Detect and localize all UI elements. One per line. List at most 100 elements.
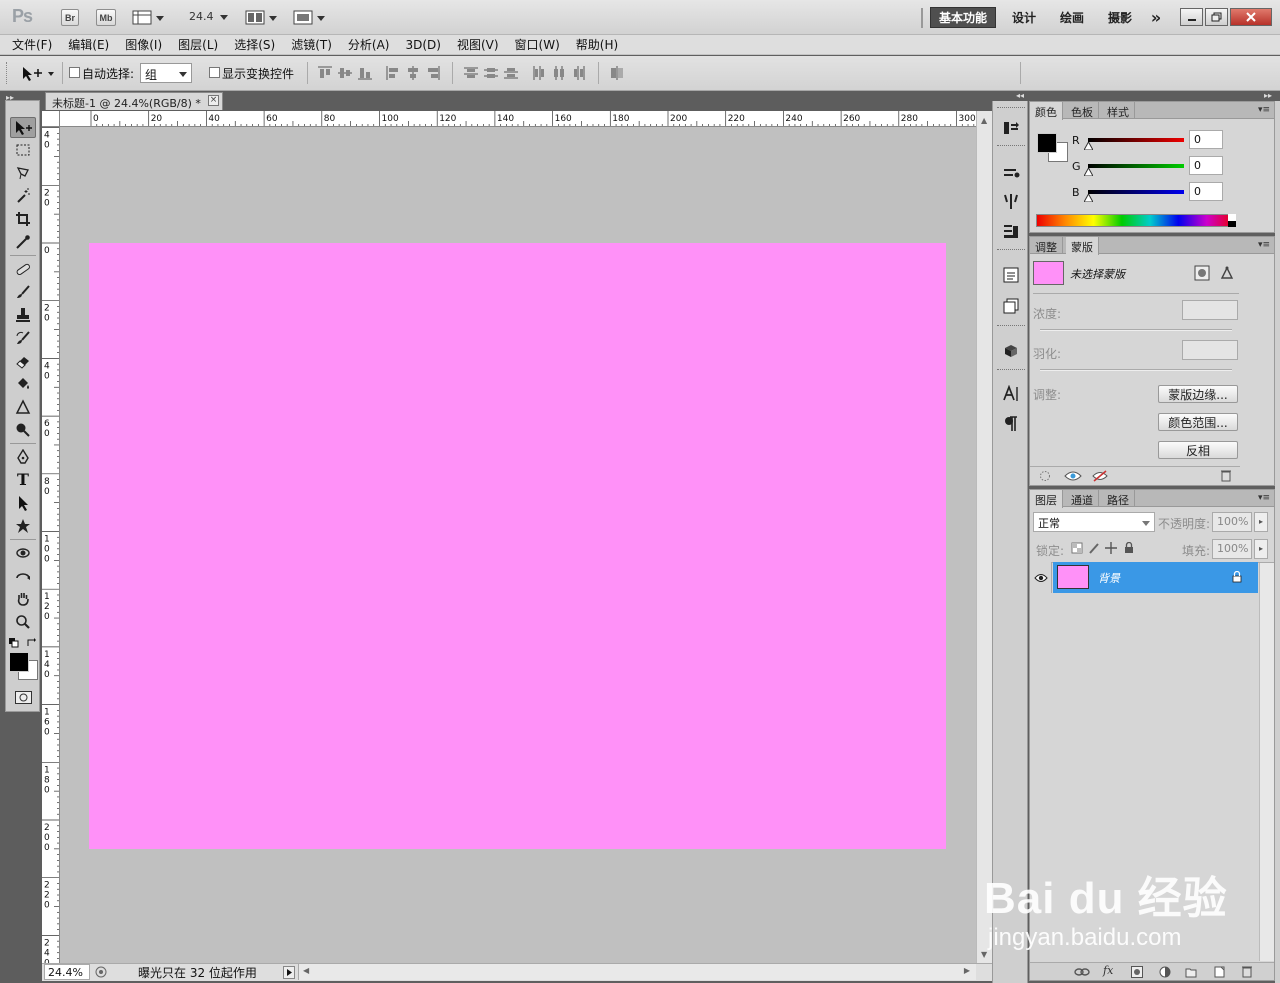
- horizontal-ruler[interactable]: 0 20 40 60 80 100 120 140 160 180 200 220 240 260 280 3…: [60, 111, 976, 127]
- more-workspaces-icon[interactable]: »: [1146, 7, 1166, 28]
- tab-adjustments[interactable]: 调整: [1030, 237, 1063, 254]
- slider-thumb-icon[interactable]: [1084, 168, 1093, 176]
- eraser-tool[interactable]: [10, 350, 36, 371]
- menu-select[interactable]: 选择(S): [234, 36, 275, 53]
- workspace-design[interactable]: 设计: [1008, 7, 1040, 28]
- align-left-icon[interactable]: [386, 66, 400, 80]
- lock-all-icon[interactable]: [1123, 542, 1135, 554]
- color-panel-foreground-swatch[interactable]: [1037, 133, 1057, 153]
- healing-brush-tool[interactable]: [10, 258, 36, 279]
- red-slider[interactable]: [1088, 138, 1184, 142]
- default-colors-icon[interactable]: [9, 638, 19, 648]
- crop-tool[interactable]: [10, 208, 36, 229]
- status-menu-button[interactable]: [283, 966, 295, 979]
- swap-colors-icon[interactable]: [27, 638, 37, 648]
- tab-swatches[interactable]: 色板: [1066, 102, 1099, 119]
- link-layers-icon[interactable]: [1074, 966, 1090, 978]
- zoom-dropdown-arrow-icon[interactable]: [220, 15, 228, 20]
- tab-paths[interactable]: 路径: [1102, 490, 1135, 507]
- menu-analysis[interactable]: 分析(A): [348, 36, 390, 53]
- add-pixel-mask-icon[interactable]: [1194, 265, 1210, 281]
- menu-file[interactable]: 文件(F): [12, 36, 52, 53]
- close-document-icon[interactable]: ×: [208, 95, 219, 106]
- status-info-icon[interactable]: [95, 966, 107, 978]
- color-range-button[interactable]: 颜色范围...: [1158, 413, 1238, 431]
- clone-source-button[interactable]: [1000, 220, 1022, 242]
- mini-bridge-button[interactable]: Mb: [96, 9, 116, 26]
- apply-mask-icon[interactable]: [1064, 470, 1082, 482]
- view-extras-button[interactable]: [132, 10, 166, 26]
- menu-edit[interactable]: 编辑(E): [68, 36, 109, 53]
- status-zoom-field[interactable]: 24.4%: [44, 964, 90, 980]
- green-value-field[interactable]: 0: [1189, 156, 1223, 175]
- distribute-top-icon[interactable]: [464, 66, 478, 80]
- blue-value-field[interactable]: 0: [1189, 182, 1223, 201]
- color-ramp-white[interactable]: [1228, 214, 1236, 221]
- lock-pixels-icon[interactable]: [1088, 542, 1100, 554]
- auto-align-layers-icon[interactable]: [610, 66, 624, 80]
- show-transform-checkbox[interactable]: [209, 67, 220, 78]
- feather-slider[interactable]: [1040, 369, 1232, 371]
- paint-bucket-tool[interactable]: [10, 373, 36, 394]
- delete-mask-icon[interactable]: [1220, 469, 1232, 482]
- expand-right-icon[interactable]: ▸▸: [1264, 91, 1272, 100]
- density-slider[interactable]: [1040, 329, 1232, 331]
- brush-presets-button[interactable]: [1000, 162, 1022, 184]
- document-canvas[interactable]: [89, 243, 946, 849]
- tool-preset-picker[interactable]: [20, 65, 56, 81]
- lasso-tool[interactable]: [10, 162, 36, 183]
- blue-slider[interactable]: [1088, 190, 1184, 194]
- foreground-color-swatch[interactable]: [9, 652, 29, 672]
- adjustment-layer-icon[interactable]: [1159, 966, 1171, 978]
- layer-thumbnail[interactable]: [1057, 565, 1089, 589]
- density-field[interactable]: [1182, 300, 1238, 320]
- document-tab[interactable]: 未标题-1 @ 24.4%(RGB/8) * ×: [45, 92, 223, 110]
- quick-mask-button[interactable]: [15, 691, 32, 704]
- menu-3d[interactable]: 3D(D): [405, 38, 440, 52]
- close-window-button[interactable]: [1230, 8, 1272, 26]
- fx-icon[interactable]: fx: [1103, 964, 1113, 977]
- auto-select-checkbox[interactable]: [69, 67, 80, 78]
- scroll-up-icon[interactable]: ▲: [981, 116, 987, 125]
- align-top-icon[interactable]: [318, 66, 332, 80]
- minimize-button[interactable]: [1180, 8, 1203, 26]
- color-ramp[interactable]: [1036, 214, 1236, 227]
- mask-edge-button[interactable]: 蒙版边缘...: [1158, 385, 1238, 403]
- workspace-painting[interactable]: 绘画: [1056, 7, 1088, 28]
- load-selection-icon[interactable]: [1038, 470, 1052, 482]
- quick-selection-tool[interactable]: [10, 185, 36, 206]
- auto-select-dropdown[interactable]: 组: [140, 63, 192, 83]
- 3d-orbit-tool[interactable]: [10, 565, 36, 586]
- type-tool[interactable]: T: [10, 469, 36, 490]
- options-grip[interactable]: [6, 62, 8, 84]
- workspace-essentials[interactable]: 基本功能: [930, 7, 996, 28]
- vertical-ruler[interactable]: 4020020406080100120140160180200220240: [42, 127, 60, 963]
- tab-layers[interactable]: 图层: [1030, 490, 1063, 508]
- pen-tool[interactable]: [10, 446, 36, 467]
- lock-transparency-icon[interactable]: [1071, 542, 1083, 554]
- distribute-bottom-icon[interactable]: [504, 66, 518, 80]
- character-panel-button[interactable]: [1000, 383, 1022, 405]
- add-layer-mask-icon[interactable]: [1131, 966, 1143, 978]
- hand-tool[interactable]: [10, 588, 36, 609]
- menu-image[interactable]: 图像(I): [125, 36, 162, 53]
- menu-help[interactable]: 帮助(H): [576, 36, 618, 53]
- menu-window[interactable]: 窗口(W): [515, 36, 560, 53]
- blend-mode-dropdown[interactable]: 正常: [1033, 512, 1155, 532]
- fill-slider-arrow-icon[interactable]: ▸: [1254, 539, 1268, 559]
- scroll-down-icon[interactable]: ▼: [981, 950, 987, 959]
- paragraph-panel-button[interactable]: [1000, 413, 1022, 435]
- add-vector-mask-icon[interactable]: [1219, 265, 1235, 281]
- new-layer-icon[interactable]: [1213, 966, 1225, 978]
- layer-name[interactable]: 背景: [1098, 570, 1120, 586]
- brushes-button[interactable]: [1000, 191, 1022, 213]
- align-bottom-icon[interactable]: [358, 66, 372, 80]
- blur-tool[interactable]: [10, 396, 36, 417]
- dodge-tool[interactable]: [10, 419, 36, 440]
- zoom-level[interactable]: 24.4: [189, 10, 214, 23]
- 3d-rotate-tool[interactable]: [10, 542, 36, 563]
- clone-stamp-tool[interactable]: [10, 304, 36, 325]
- workspace-photography[interactable]: 摄影: [1104, 7, 1136, 28]
- menu-layer[interactable]: 图层(L): [178, 36, 218, 53]
- align-vertical-center-icon[interactable]: [338, 66, 352, 80]
